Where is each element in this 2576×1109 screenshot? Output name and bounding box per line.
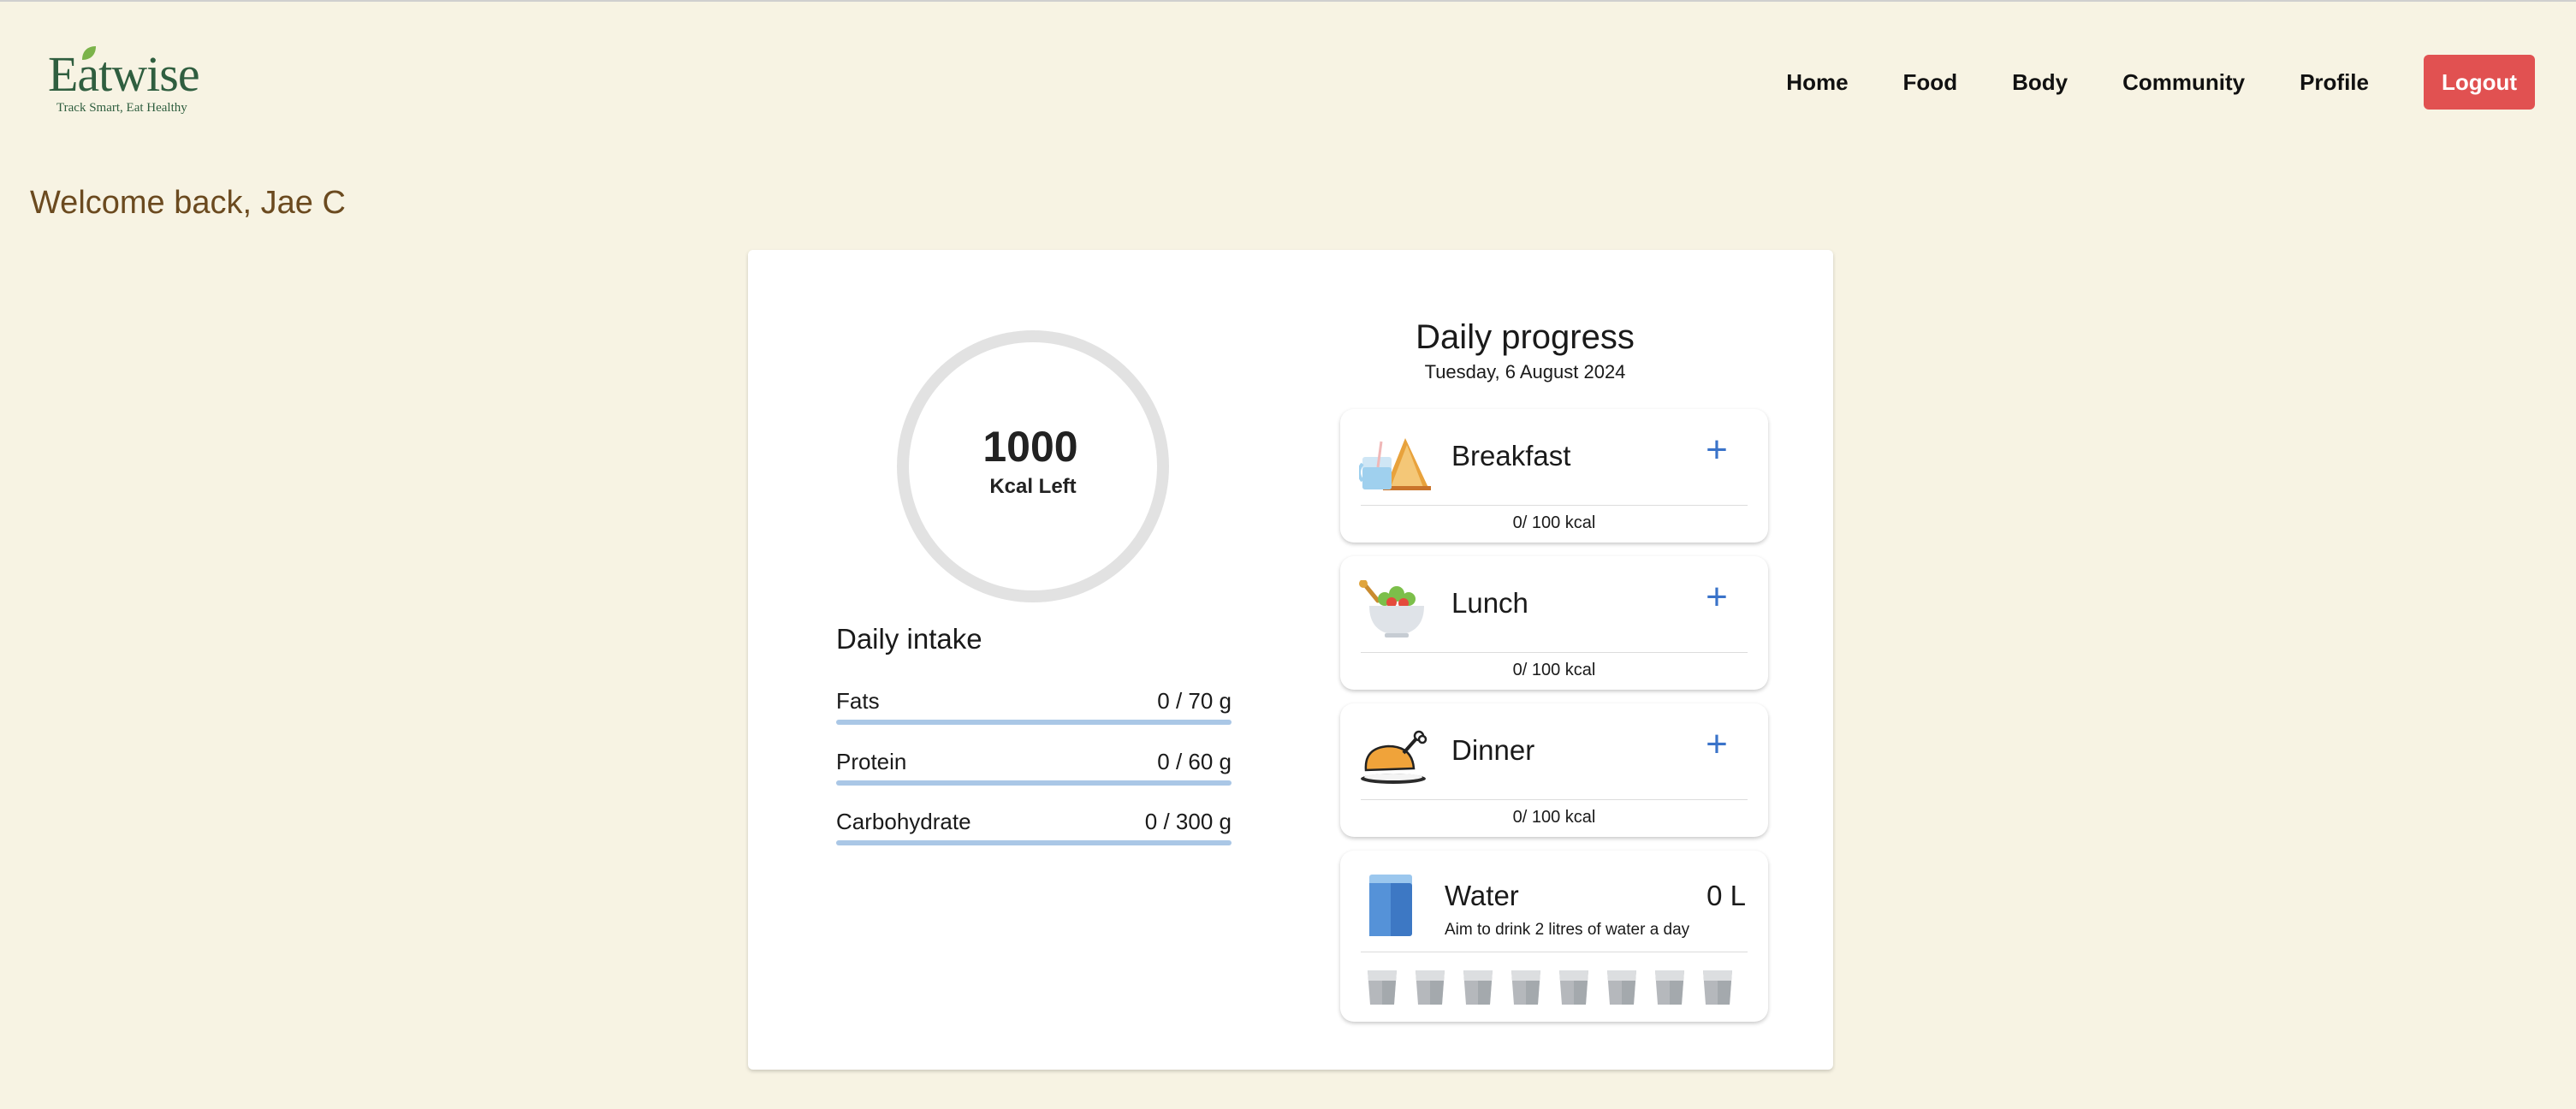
divider xyxy=(1361,505,1748,506)
macro-name: Protein xyxy=(836,749,907,774)
daily-intake-title: Daily intake xyxy=(836,623,982,655)
meal-name: Lunch xyxy=(1451,587,1528,619)
dinner-icon xyxy=(1361,730,1427,784)
add-breakfast-button[interactable]: + xyxy=(1696,431,1737,472)
nav-body[interactable]: Body xyxy=(2012,69,2068,96)
macro-name: Carbohydrate xyxy=(836,809,971,834)
brand-name-text: Eatwise xyxy=(48,46,200,102)
leaf-icon xyxy=(82,46,96,60)
brand-name: Eatwise xyxy=(48,46,219,99)
calorie-ring: 1000 Kcal Left xyxy=(895,329,1171,604)
divider xyxy=(1361,799,1748,800)
water-glass-button[interactable] xyxy=(1701,969,1734,1006)
macro-value: 0 / 60 g xyxy=(1157,749,1232,774)
macro-name: Fats xyxy=(836,688,880,714)
water-glass-button[interactable] xyxy=(1414,969,1446,1006)
welcome-message: Welcome back, Jae C xyxy=(30,185,346,221)
macro-progress-bar xyxy=(836,780,1232,786)
breakfast-icon xyxy=(1359,438,1431,490)
meal-card-lunch: Lunch + 0/ 100 kcal xyxy=(1340,556,1768,690)
divider xyxy=(1361,652,1748,653)
water-glass-button[interactable] xyxy=(1510,969,1542,1006)
progress-date: Tuesday, 6 August 2024 xyxy=(1424,361,1626,383)
meal-kcal: 0/ 100 kcal xyxy=(1512,808,1596,827)
nav-community[interactable]: Community xyxy=(2122,69,2245,96)
calories-left-value: 1000 xyxy=(982,423,1078,471)
water-title: Water xyxy=(1445,880,1519,911)
water-glass-button[interactable] xyxy=(1366,969,1398,1006)
macro-protein: Protein 0 / 60 g xyxy=(836,749,1232,786)
calories-left-label: Kcal Left xyxy=(989,475,1077,498)
meal-name: Dinner xyxy=(1451,734,1535,766)
meal-kcal: 0/ 100 kcal xyxy=(1512,513,1596,532)
logout-button[interactable]: Logout xyxy=(2424,55,2535,110)
water-amount: 0 L xyxy=(1706,880,1746,911)
macro-value: 0 / 70 g xyxy=(1157,688,1232,714)
add-dinner-button[interactable]: + xyxy=(1696,726,1737,767)
brand-tagline: Track Smart, Eat Healthy xyxy=(56,101,187,115)
macro-carbohydrate: Carbohydrate 0 / 300 g xyxy=(836,809,1232,845)
macro-progress-bar xyxy=(836,720,1232,725)
meal-kcal: 0/ 100 kcal xyxy=(1512,661,1596,679)
water-glass-button[interactable] xyxy=(1462,969,1494,1006)
meal-name: Breakfast xyxy=(1451,440,1571,471)
macro-value: 0 / 300 g xyxy=(1144,809,1232,834)
meal-card-dinner: Dinner + 0/ 100 kcal xyxy=(1340,703,1768,837)
meal-card-breakfast: Breakfast + 0/ 100 kcal xyxy=(1340,409,1768,543)
nav-home[interactable]: Home xyxy=(1786,69,1848,96)
water-glass-button[interactable] xyxy=(1558,969,1590,1006)
add-lunch-button[interactable]: + xyxy=(1696,578,1737,620)
macro-fats: Fats 0 / 70 g xyxy=(836,688,1232,725)
water-glass-icon xyxy=(1369,875,1412,936)
nav-profile[interactable]: Profile xyxy=(2300,69,2369,96)
daily-progress-title: Daily progress xyxy=(1416,318,1635,356)
macro-progress-bar xyxy=(836,840,1232,845)
brand-logo[interactable]: Eatwise Track Smart, Eat Healthy xyxy=(48,46,219,116)
lunch-icon xyxy=(1359,580,1424,638)
water-glasses xyxy=(1366,969,1749,1006)
main-nav: Home Food Body Community Profile Logout xyxy=(1731,55,2535,110)
water-glass-button[interactable] xyxy=(1606,969,1638,1006)
water-glass-button[interactable] xyxy=(1653,969,1686,1006)
water-card: Water 0 L Aim to drink 2 litres of water… xyxy=(1340,851,1768,1022)
water-hint: Aim to drink 2 litres of water a day xyxy=(1445,921,1690,939)
nav-food[interactable]: Food xyxy=(1903,69,1958,96)
dashboard-card: 1000 Kcal Left Daily intake Fats 0 / 70 … xyxy=(748,250,1833,1070)
